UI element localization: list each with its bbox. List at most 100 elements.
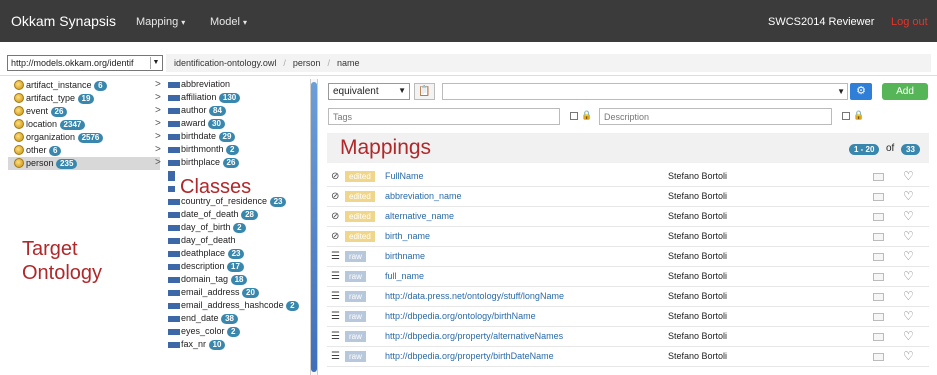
heart-icon[interactable]: ♡ <box>903 309 914 323</box>
mail-icon[interactable] <box>873 233 884 241</box>
mapping-link[interactable]: http://data.press.net/ontology/stuff/lon… <box>385 291 564 301</box>
tree-item-selected[interactable]: person 235 <box>8 157 160 170</box>
table-row[interactable]: ⊘ edited abbreviation_name Stefano Bortoli ♡ <box>327 187 929 207</box>
tags-input[interactable]: Tags <box>328 108 560 125</box>
chevron-right-icon[interactable]: > <box>155 131 161 142</box>
mail-icon[interactable] <box>873 213 884 221</box>
mail-icon[interactable] <box>873 293 884 301</box>
property-item[interactable]: email_address 20 <box>168 287 303 300</box>
heart-icon[interactable]: ♡ <box>903 349 914 363</box>
mapping-link[interactable]: FullName <box>385 171 424 181</box>
property-item[interactable]: day_of_birth 2 <box>168 222 303 235</box>
heart-icon[interactable]: ♡ <box>903 249 914 263</box>
menu-model[interactable]: Model ▾ <box>210 16 247 28</box>
heart-icon[interactable]: ♡ <box>903 169 914 183</box>
tree-item[interactable]: organization 2576 <box>14 131 160 144</box>
ontology-select[interactable]: http://models.okkam.org/identif ▼ <box>7 55 163 71</box>
table-row[interactable]: ☰ raw http://data.press.net/ontology/stuff… <box>327 287 929 307</box>
table-row[interactable]: ☰ raw http://dbpedia.org/ontology/birthNam… <box>327 307 929 327</box>
tags-lock-checkbox[interactable] <box>570 112 578 120</box>
mapping-link[interactable]: abbreviation_name <box>385 191 462 201</box>
property-item[interactable]: end_date 38 <box>168 313 303 326</box>
mail-icon[interactable] <box>873 193 884 201</box>
heart-icon[interactable]: ♡ <box>903 209 914 223</box>
mapping-author: Stefano Bortoli <box>668 351 728 361</box>
settings-button[interactable]: ⚙ <box>850 83 872 100</box>
property-item[interactable]: birthmonth 2 <box>168 144 303 157</box>
tree-item[interactable]: other 6 <box>14 144 160 157</box>
chevron-right-icon[interactable]: > <box>155 118 161 129</box>
tree-item-label: event 26 <box>26 106 68 117</box>
description-input[interactable]: Description <box>599 108 832 125</box>
property-item[interactable]: affiliation 130 <box>168 92 303 105</box>
tree-item[interactable]: artifact_instance 6 <box>14 79 160 92</box>
mail-icon[interactable] <box>873 333 884 341</box>
property-item[interactable]: day_of_death <box>168 235 303 248</box>
scrollbar[interactable] <box>310 79 318 375</box>
property-item[interactable]: date_of_death 28 <box>168 209 303 222</box>
count-badge: 30 <box>208 118 225 129</box>
property-item[interactable]: birthplace 26 <box>168 157 303 170</box>
scrollbar-thumb[interactable] <box>311 82 317 372</box>
property-item[interactable]: description 17 <box>168 261 303 274</box>
mapping-link[interactable]: alternative_name <box>385 211 454 221</box>
property-item[interactable]: domain_tag 18 <box>168 274 303 287</box>
logout-link[interactable]: Log out <box>891 16 928 28</box>
table-row[interactable]: ☰ raw birthname Stefano Bortoli ♡ <box>327 247 929 267</box>
tree-item-text: person <box>26 158 54 168</box>
property-item[interactable]: fax_nr 10 <box>168 339 303 352</box>
tree-item[interactable]: event 26 <box>14 105 160 118</box>
chevron-right-icon[interactable]: > <box>155 157 161 168</box>
tag-icon: ⊘ <box>331 171 340 182</box>
mapping-link[interactable]: http://dbpedia.org/property/birthDateNam… <box>385 351 554 361</box>
chevron-right-icon[interactable]: > <box>155 92 161 103</box>
table-row[interactable]: ⊘ edited birth_name Stefano Bortoli ♡ <box>327 227 929 247</box>
chevron-right-icon[interactable]: > <box>155 144 161 155</box>
target-property-input[interactable]: ▼ <box>442 83 848 100</box>
table-row[interactable]: ⊘ edited alternative_name Stefano Bortoli ♡ <box>327 207 929 227</box>
relation-select[interactable]: equivalent ▼ <box>328 83 410 100</box>
add-button[interactable]: Add <box>882 83 928 100</box>
tree-item[interactable]: location 2347 <box>14 118 160 131</box>
description-lock-checkbox[interactable] <box>842 112 850 120</box>
menu-mapping[interactable]: Mapping ▾ <box>136 16 185 28</box>
property-item[interactable]: deathplace 23 <box>168 248 303 261</box>
mail-icon[interactable] <box>873 353 884 361</box>
property-item[interactable]: award 30 <box>168 118 303 131</box>
chevron-right-icon[interactable]: > <box>155 105 161 116</box>
tag-icon: ⊘ <box>331 191 340 202</box>
table-row[interactable]: ☰ raw http://dbpedia.org/property/birthDat… <box>327 347 929 367</box>
property-item[interactable]: abbreviation <box>168 79 303 92</box>
property-item[interactable]: eyes_color 2 <box>168 326 303 339</box>
table-row[interactable]: ☰ raw full_name Stefano Bortoli ♡ <box>327 267 929 287</box>
chevron-down-icon[interactable]: ▼ <box>837 87 845 96</box>
property-item[interactable]: author 84 <box>168 105 303 118</box>
mapping-link[interactable]: full_name <box>385 271 424 281</box>
heart-icon[interactable]: ♡ <box>903 329 914 343</box>
breadcrumb-ontology[interactable]: identification-ontology.owl <box>174 58 276 68</box>
breadcrumb-class[interactable]: person <box>293 58 321 68</box>
clipboard-button[interactable]: 📋 <box>414 83 435 100</box>
chevron-right-icon[interactable]: > <box>155 79 161 90</box>
table-row[interactable]: ☰ raw http://dbpedia.org/property/alternat… <box>327 327 929 347</box>
mail-icon[interactable] <box>873 273 884 281</box>
heart-icon[interactable]: ♡ <box>903 229 914 243</box>
mapping-link[interactable]: birthname <box>385 251 425 261</box>
mapping-author: Stefano Bortoli <box>668 191 728 201</box>
mapping-link[interactable]: http://dbpedia.org/ontology/birthName <box>385 311 536 321</box>
heart-icon[interactable]: ♡ <box>903 289 914 303</box>
table-row[interactable]: ⊘ edited FullName Stefano Bortoli ♡ <box>327 167 929 187</box>
heart-icon[interactable]: ♡ <box>903 189 914 203</box>
brand-logo[interactable]: Okkam Synapsis <box>11 13 116 29</box>
mapping-link[interactable]: birth_name <box>385 231 430 241</box>
tree-item[interactable]: artifact_type 19 <box>14 92 160 105</box>
property-item[interactable]: birthdate 29 <box>168 131 303 144</box>
mail-icon[interactable] <box>873 173 884 181</box>
mapping-link[interactable]: http://dbpedia.org/property/alternativeN… <box>385 331 563 341</box>
page-range-badge[interactable]: 1 - 20 <box>849 144 880 155</box>
mail-icon[interactable] <box>873 313 884 321</box>
mail-icon[interactable] <box>873 253 884 261</box>
user-name[interactable]: SWCS2014 Reviewer <box>768 16 874 28</box>
property-item[interactable]: email_address_hashcode 2 <box>168 300 303 313</box>
heart-icon[interactable]: ♡ <box>903 269 914 283</box>
